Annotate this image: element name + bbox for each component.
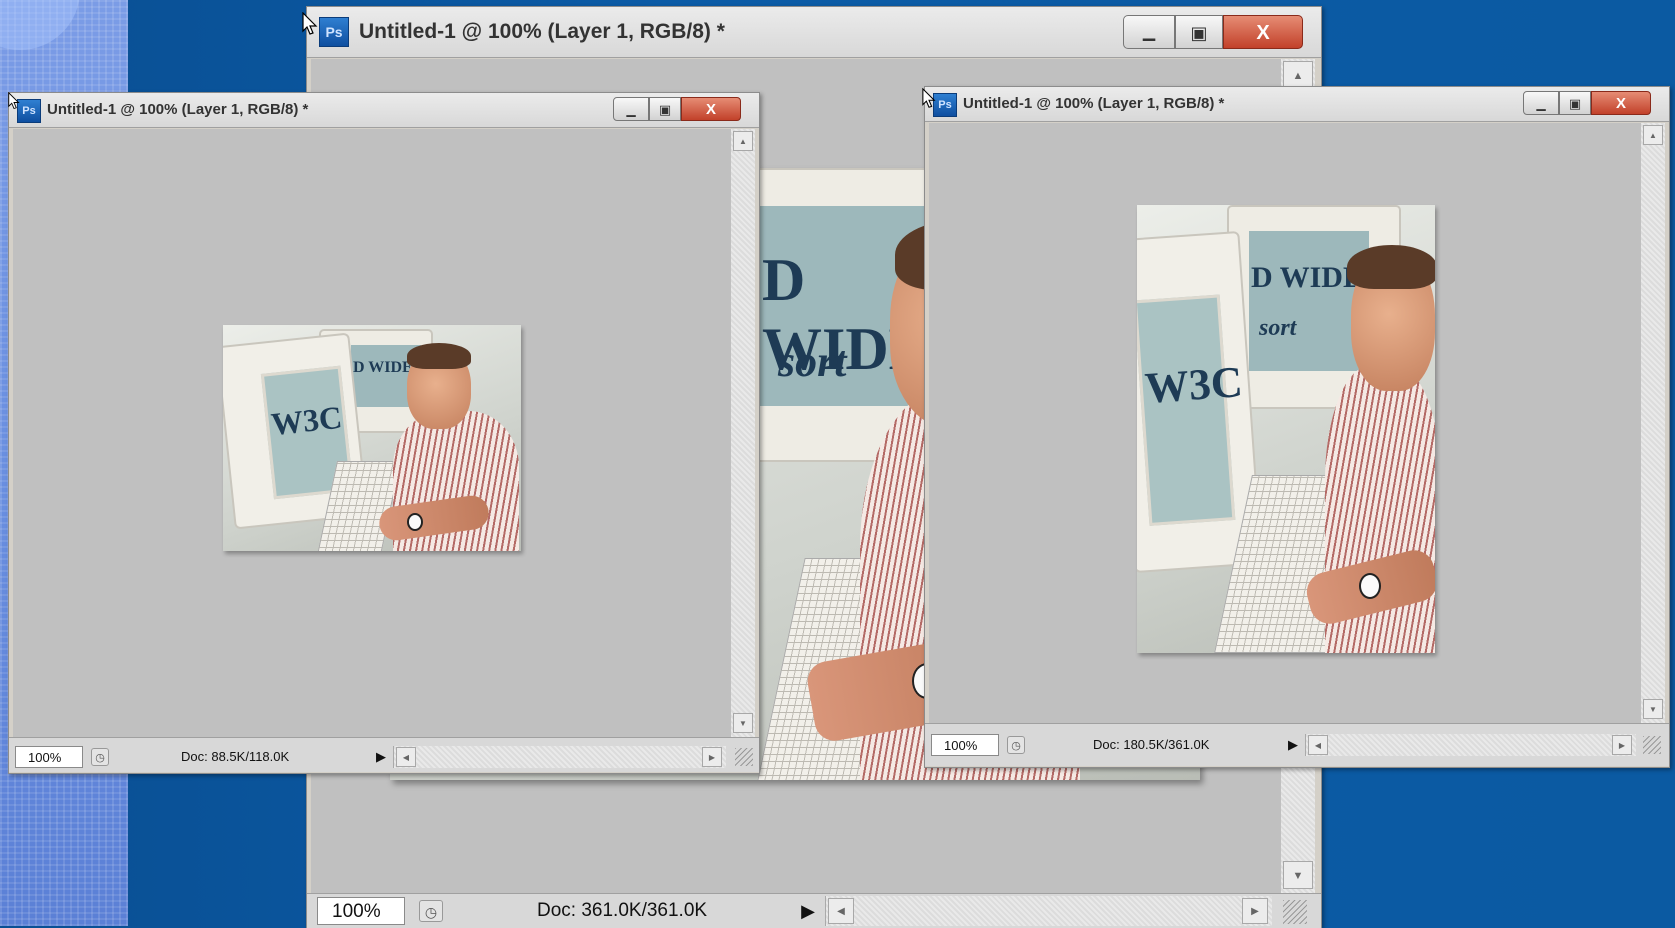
photoshop-icon: Ps bbox=[933, 93, 957, 117]
right-horizontal-scrollbar[interactable]: ◀ ▶ bbox=[1305, 734, 1636, 756]
window-title: Untitled-1 @ 100% (Layer 1, RGB/8) * bbox=[47, 101, 309, 118]
screen-text: W3C bbox=[1143, 357, 1245, 413]
wristwatch bbox=[1359, 573, 1381, 599]
scroll-left-button[interactable]: ◀ bbox=[396, 747, 416, 767]
zoom-field[interactable]: 100% bbox=[15, 746, 83, 768]
scroll-down-button[interactable]: ▼ bbox=[733, 713, 753, 733]
window-controls: ▁ ▣ X bbox=[613, 97, 741, 121]
right-document-window[interactable]: Ps Untitled-1 @ 100% (Layer 1, RGB/8) * … bbox=[924, 86, 1670, 768]
scroll-up-button[interactable]: ▲ bbox=[1283, 61, 1313, 89]
right-window-titlebar[interactable]: Ps Untitled-1 @ 100% (Layer 1, RGB/8) * … bbox=[925, 87, 1669, 122]
scroll-up-button[interactable]: ▲ bbox=[1643, 125, 1663, 145]
scroll-up-button[interactable]: ▲ bbox=[733, 131, 753, 151]
maximize-button[interactable]: ▣ bbox=[649, 97, 681, 121]
scroll-left-button[interactable]: ◀ bbox=[828, 898, 854, 924]
play-arrow-icon[interactable]: ▶ bbox=[797, 898, 819, 924]
screen-text: sort bbox=[1259, 315, 1297, 341]
left-window-titlebar[interactable]: Ps Untitled-1 @ 100% (Layer 1, RGB/8) * … bbox=[9, 93, 759, 128]
mouse-pointer-icon bbox=[922, 88, 936, 108]
resize-grip[interactable] bbox=[1643, 736, 1661, 754]
person-hair bbox=[1347, 245, 1435, 289]
right-status-bar: 100% ◷ Doc: 180.5K/361.0K ▶ ◀ ▶ bbox=[925, 723, 1669, 766]
scroll-down-button[interactable]: ▼ bbox=[1283, 861, 1313, 889]
photoshop-icon: Ps bbox=[319, 17, 349, 47]
person-hair bbox=[407, 343, 471, 369]
mouse-pointer-icon bbox=[8, 92, 20, 110]
window-title: Untitled-1 @ 100% (Layer 1, RGB/8) * bbox=[359, 20, 725, 43]
right-vertical-scrollbar[interactable]: ▲ ▼ bbox=[1641, 123, 1665, 723]
scroll-right-button[interactable]: ▶ bbox=[1242, 898, 1268, 924]
close-button[interactable]: X bbox=[1223, 15, 1303, 49]
photoshop-icon: Ps bbox=[17, 99, 41, 123]
doc-size-info: Doc: 361.0K/361.0K bbox=[537, 900, 708, 921]
left-horizontal-scrollbar[interactable]: ◀ ▶ bbox=[393, 746, 726, 768]
scroll-down-button[interactable]: ▼ bbox=[1643, 699, 1663, 719]
right-canvas-photo: D WIDE sort W3C bbox=[1137, 205, 1435, 653]
scroll-left-button[interactable]: ◀ bbox=[1308, 735, 1328, 755]
left-canvas-photo: D WIDE W3C bbox=[223, 325, 521, 551]
zoom-field[interactable]: 100% bbox=[317, 897, 405, 925]
scroll-right-button[interactable]: ▶ bbox=[1612, 735, 1632, 755]
left-vertical-scrollbar[interactable]: ▲ ▼ bbox=[731, 129, 755, 737]
window-controls: ▁ ▣ X bbox=[1123, 15, 1303, 49]
play-arrow-icon[interactable]: ▶ bbox=[1285, 734, 1301, 756]
doc-size-info: Doc: 180.5K/361.0K bbox=[1093, 737, 1210, 752]
close-button[interactable]: X bbox=[681, 97, 741, 121]
left-status-bar: 100% ◷ Doc: 88.5K/118.0K ▶ ◀ ▶ bbox=[9, 737, 759, 772]
back-status-bar: 100% ◷ Doc: 361.0K/361.0K ▶ ◀ ▶ bbox=[307, 893, 1321, 928]
back-horizontal-scrollbar[interactable]: ◀ ▶ bbox=[825, 896, 1272, 926]
window-title: Untitled-1 @ 100% (Layer 1, RGB/8) * bbox=[963, 95, 1225, 112]
doc-size-info: Doc: 88.5K/118.0K bbox=[181, 749, 290, 764]
screen-text: D WIDE bbox=[353, 359, 413, 376]
back-window-titlebar[interactable]: Ps Untitled-1 @ 100% (Layer 1, RGB/8) * … bbox=[307, 7, 1321, 58]
mouse-pointer-icon bbox=[302, 12, 318, 35]
wristwatch bbox=[407, 513, 423, 531]
maximize-button[interactable]: ▣ bbox=[1175, 15, 1223, 49]
zoom-field[interactable]: 100% bbox=[931, 734, 999, 756]
left-document-window[interactable]: Ps Untitled-1 @ 100% (Layer 1, RGB/8) * … bbox=[8, 92, 760, 774]
minimize-button[interactable]: ▁ bbox=[613, 97, 649, 121]
scroll-right-button[interactable]: ▶ bbox=[702, 747, 722, 767]
screen-text: W3C bbox=[269, 398, 344, 443]
doc-info-icon[interactable]: ◷ bbox=[91, 748, 109, 766]
resize-grip[interactable] bbox=[1283, 900, 1307, 924]
minimize-button[interactable]: ▁ bbox=[1123, 15, 1175, 49]
doc-info-icon[interactable]: ◷ bbox=[1007, 736, 1025, 754]
minimize-button[interactable]: ▁ bbox=[1523, 91, 1559, 115]
decorative-circle bbox=[0, 0, 80, 50]
doc-info-icon[interactable]: ◷ bbox=[419, 900, 443, 922]
maximize-button[interactable]: ▣ bbox=[1559, 91, 1591, 115]
close-button[interactable]: X bbox=[1591, 91, 1651, 115]
play-arrow-icon[interactable]: ▶ bbox=[373, 746, 389, 768]
screen-text: sort bbox=[778, 337, 847, 386]
resize-grip[interactable] bbox=[735, 748, 753, 766]
window-controls: ▁ ▣ X bbox=[1523, 91, 1651, 115]
